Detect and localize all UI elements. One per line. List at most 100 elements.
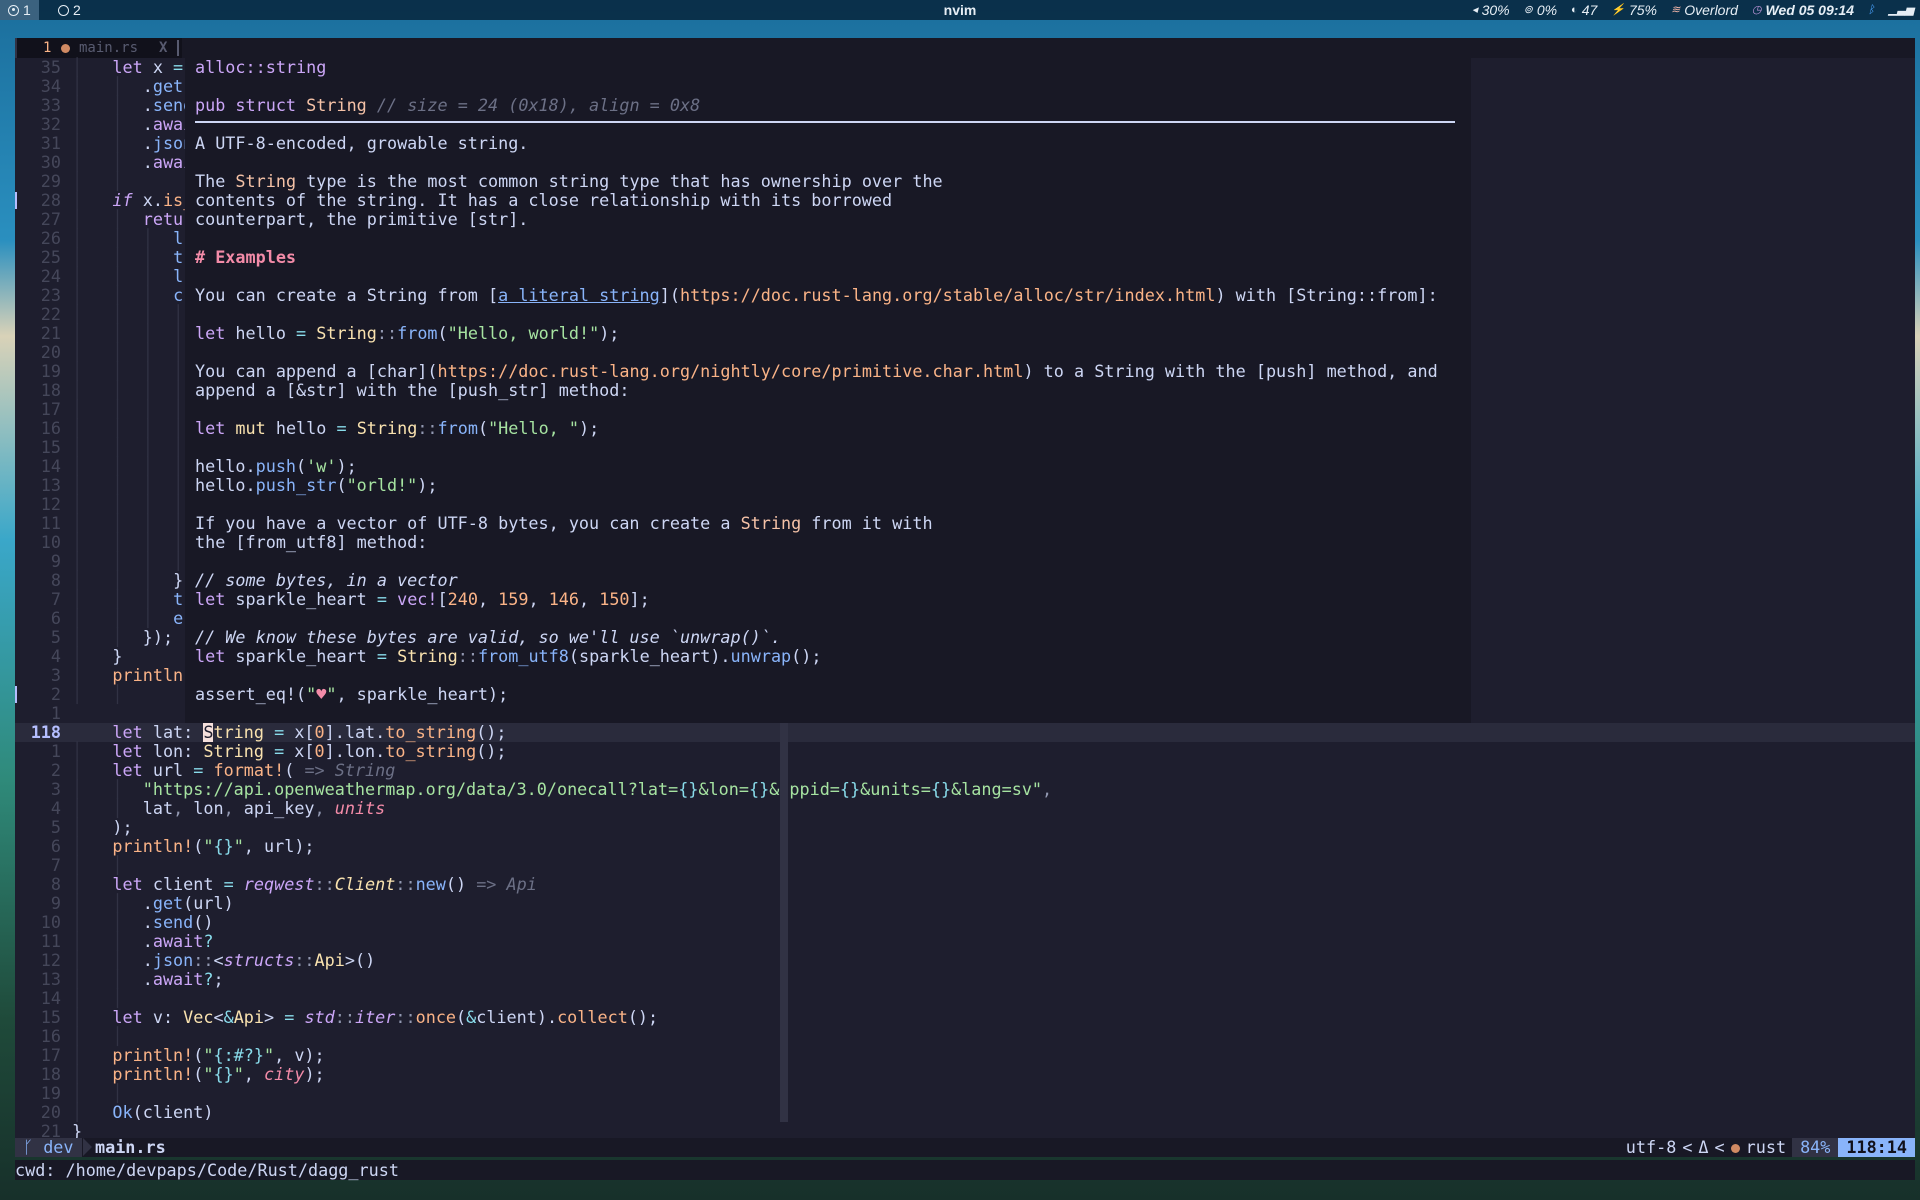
tab-main-rs[interactable]: 1 main.rs X [15, 38, 182, 58]
line-number[interactable]: 18 [15, 1065, 61, 1084]
code-line[interactable]: 16 │ │ [15, 1027, 1915, 1046]
line-number[interactable]: 16 [15, 1027, 61, 1046]
line-number[interactable]: 28 [15, 191, 61, 210]
line-number[interactable]: 12 [15, 495, 61, 514]
code-line[interactable]: 17 │ println!("{:#?}", v); [15, 1046, 1915, 1065]
line-number[interactable]: 4 [15, 647, 61, 666]
git-branch[interactable]: ᚴ dev [15, 1138, 82, 1157]
line-number[interactable]: 17 [15, 1046, 61, 1065]
code-line[interactable]: 9 │ │ .get(url) [15, 894, 1915, 913]
code-text: │ │ "https://api.openweathermap.org/data… [72, 779, 1053, 799]
line-number[interactable]: 5 [15, 818, 61, 837]
line-number[interactable]: 19 [15, 362, 61, 381]
line-number[interactable]: 3 [15, 666, 61, 685]
workspace-2[interactable]: 2 [50, 0, 89, 20]
line-number[interactable]: 10 [15, 913, 61, 932]
line-number[interactable]: 7 [15, 856, 61, 875]
workspace-1[interactable]: 1 [0, 0, 39, 20]
code-line[interactable]: 8 │ let client = reqwest::Client::new() =… [15, 875, 1915, 894]
line-number[interactable]: 33 [15, 96, 61, 115]
current-line[interactable]: 118 let lat: String = x[0].lat.to_string… [15, 722, 1915, 742]
line-number[interactable]: 29 [15, 172, 61, 191]
code-line[interactable]: 18 │ println!("{}", city); [15, 1065, 1915, 1084]
hover-url[interactable]: https://doc.rust-lang.org/nightly/core/p… [437, 361, 1023, 381]
tab-close-button[interactable]: X [159, 38, 167, 58]
volume-indicator[interactable]: ◂ 30% [1472, 0, 1510, 20]
line-number[interactable]: 21 [15, 324, 61, 343]
code-line[interactable]: 13 │ │ .await?; [15, 970, 1915, 989]
cpu-indicator[interactable]: ⊚ 0% [1524, 0, 1557, 20]
color-column [780, 932, 788, 951]
code-line[interactable]: 10 │ │ .send() [15, 913, 1915, 932]
code-line[interactable]: 5 │ ); [15, 818, 1915, 837]
line-number[interactable]: 2 [15, 761, 61, 780]
line-number[interactable]: 13 [15, 476, 61, 495]
hover-documentation-popup[interactable]: alloc::string pub struct String // size … [185, 58, 1471, 723]
line-number[interactable]: 5 [15, 628, 61, 647]
code-line[interactable]: 19 │ │ [15, 1084, 1915, 1103]
line-number[interactable]: 20 [15, 343, 61, 362]
code-line[interactable]: 2 │ let url = format!( => String [15, 761, 1915, 780]
line-number[interactable]: 30 [15, 153, 61, 172]
line-number[interactable]: 10 [15, 533, 61, 552]
code-line[interactable]: 3 │ │ "https://api.openweathermap.org/dat… [15, 780, 1915, 799]
command-line[interactable]: cwd: /home/devpaps/Code/Rust/dagg_rust [15, 1160, 1915, 1180]
code-line[interactable]: 4 │ │ lat, lon, api_key, units [15, 799, 1915, 818]
line-number[interactable]: 9 [15, 552, 61, 571]
code-line[interactable]: 7 │ │ [15, 856, 1915, 875]
line-number[interactable]: 15 [15, 1008, 61, 1027]
line-number[interactable]: 13 [15, 970, 61, 989]
code-text: │ if x.is_e [72, 190, 204, 210]
line-number[interactable]: 7 [15, 590, 61, 609]
line-number[interactable]: 11 [15, 514, 61, 533]
code-line[interactable]: 11 │ │ .await? [15, 932, 1915, 951]
line-number[interactable]: 23 [15, 286, 61, 305]
line-number[interactable]: 6 [15, 609, 61, 628]
line-number[interactable]: 20 [15, 1103, 61, 1122]
hover-url[interactable]: https://doc.rust-lang.org/stable/alloc/s… [680, 285, 1215, 305]
line-number[interactable]: 8 [15, 571, 61, 590]
popup-padding [1471, 58, 1915, 723]
signal-indicator[interactable]: ▁▃▅ [1889, 0, 1914, 20]
line-number[interactable]: 32 [15, 115, 61, 134]
color-column [780, 1008, 788, 1027]
clock[interactable]: ◷ Wed 05 09:14 [1752, 0, 1854, 20]
line-number[interactable]: 9 [15, 894, 61, 913]
line-number[interactable]: 8 [15, 875, 61, 894]
line-number[interactable]: 22 [15, 305, 61, 324]
line-number[interactable]: 25 [15, 248, 61, 267]
line-number[interactable]: 14 [15, 989, 61, 1008]
bluetooth-indicator[interactable]: ᛒ [1868, 0, 1875, 20]
code-line[interactable]: 12 │ │ .json::<structs::Api>() [15, 951, 1915, 970]
line-number[interactable]: 2 [15, 685, 61, 704]
line-number[interactable]: 31 [15, 134, 61, 153]
line-number[interactable]: 16 [15, 419, 61, 438]
wifi-indicator[interactable]: ≋ Overlord [1671, 0, 1738, 20]
code-line[interactable]: 14 │ │ [15, 989, 1915, 1008]
line-number[interactable]: 12 [15, 951, 61, 970]
line-number[interactable]: 34 [15, 77, 61, 96]
hover-link-literal-string[interactable]: a literal string [498, 285, 660, 305]
line-number[interactable]: 15 [15, 438, 61, 457]
line-number[interactable]: 17 [15, 400, 61, 419]
battery-indicator[interactable]: ⚡ 75% [1611, 0, 1657, 20]
code-line[interactable]: 15 │ let v: Vec<&Api> = std::iter::once(&… [15, 1008, 1915, 1027]
code-line[interactable]: 1 │ let lon: String = x[0].lon.to_string(… [15, 742, 1915, 761]
brightness-indicator[interactable]: ◐ 47 [1571, 0, 1597, 20]
line-number[interactable]: 1 [15, 742, 61, 761]
code-line[interactable]: 6 │ println!("{}", url); [15, 837, 1915, 856]
line-number[interactable]: 27 [15, 210, 61, 229]
line-number[interactable]: 11 [15, 932, 61, 951]
line-number[interactable]: 1 [15, 704, 61, 723]
line-number[interactable]: 35 [15, 58, 61, 77]
line-number[interactable]: 3 [15, 780, 61, 799]
line-number[interactable]: 4 [15, 799, 61, 818]
line-number[interactable]: 14 [15, 457, 61, 476]
line-number[interactable]: 19 [15, 1084, 61, 1103]
line-number[interactable]: 6 [15, 837, 61, 856]
line-number[interactable]: 24 [15, 267, 61, 286]
line-number[interactable]: 18 [15, 381, 61, 400]
line-number[interactable]: 26 [15, 229, 61, 248]
line-number[interactable]: 118 [15, 723, 61, 742]
code-line[interactable]: 20 │ Ok(client) [15, 1103, 1915, 1122]
